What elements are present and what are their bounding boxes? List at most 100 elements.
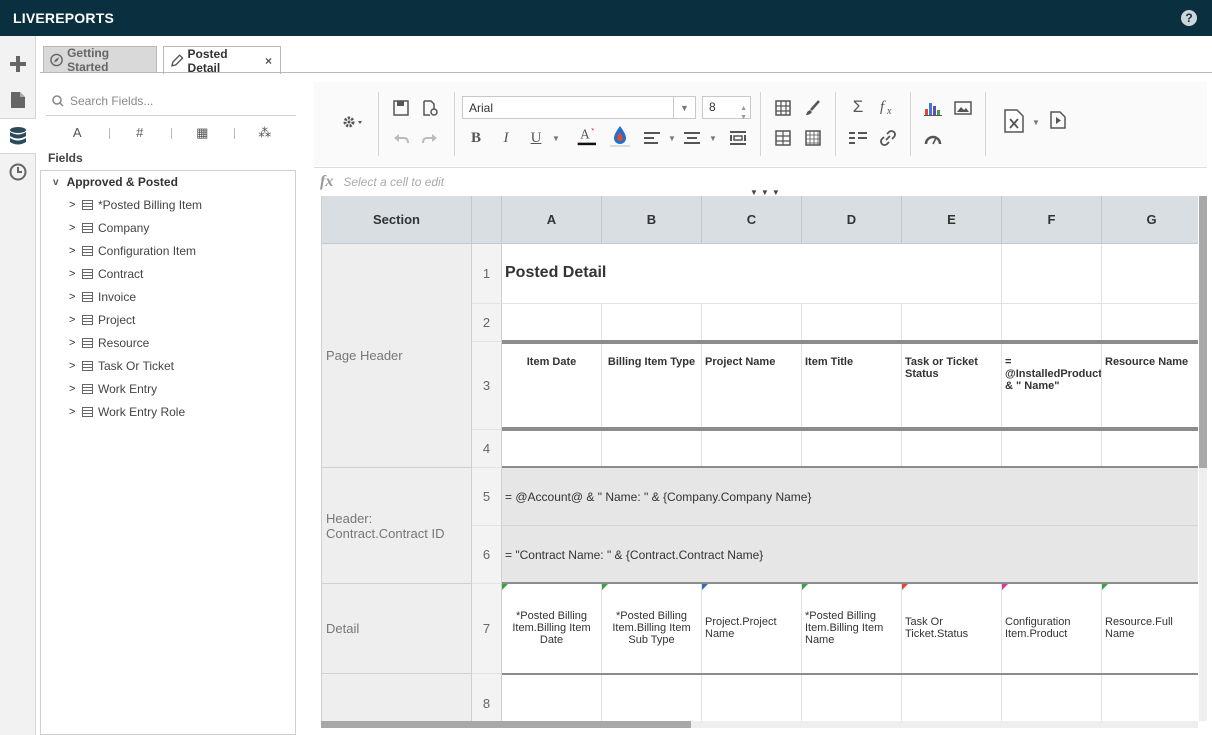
save-icon[interactable] xyxy=(391,98,411,118)
redo-icon[interactable] xyxy=(420,129,440,149)
detail-cell[interactable]: Configuration Item.Product xyxy=(1002,584,1102,674)
report-title-cell[interactable]: Posted Detail xyxy=(502,244,1002,304)
insert-row-icon[interactable] xyxy=(773,128,793,148)
fill-color-icon[interactable] xyxy=(610,126,630,147)
tree-item[interactable]: > Work Entry Role xyxy=(69,405,185,419)
horizontal-scrollbar-thumb[interactable] xyxy=(321,721,691,728)
table-icon[interactable] xyxy=(773,98,793,118)
row-number[interactable]: 8 xyxy=(472,674,502,721)
italic-button[interactable]: I xyxy=(496,128,516,148)
chevron-right-icon[interactable]: > xyxy=(69,245,79,257)
tab-getting-started[interactable]: Getting Started xyxy=(43,46,157,74)
detail-cell[interactable]: Task Or Ticket.Status xyxy=(902,584,1002,674)
database-icon[interactable] xyxy=(0,118,36,154)
chevron-right-icon[interactable]: > xyxy=(69,314,79,326)
grid-cell[interactable] xyxy=(1002,304,1102,342)
grid-cell[interactable] xyxy=(502,430,602,468)
column-label-cell[interactable]: = @InstalledProduct@ & " Name" xyxy=(1002,342,1102,430)
clock-icon[interactable] xyxy=(0,154,36,190)
chevron-right-icon[interactable]: > xyxy=(69,360,79,372)
section-footer[interactable] xyxy=(322,674,472,721)
add-icon[interactable] xyxy=(0,46,36,82)
column-label-cell[interactable]: Project Name xyxy=(702,342,802,430)
grid-cell[interactable] xyxy=(602,304,702,342)
chevron-right-icon[interactable]: > xyxy=(69,383,79,395)
column-header[interactable]: F xyxy=(1002,196,1102,244)
undo-icon[interactable] xyxy=(391,129,411,149)
chevron-right-icon[interactable]: > xyxy=(69,268,79,280)
align-left-icon[interactable] xyxy=(642,128,662,148)
preview-icon[interactable] xyxy=(1048,110,1068,130)
column-header[interactable]: C xyxy=(702,196,802,244)
chevron-right-icon[interactable]: > xyxy=(69,222,79,234)
tree-root[interactable]: v Approved & Posted xyxy=(53,175,178,189)
column-label-cell[interactable]: Item Date xyxy=(502,342,602,430)
grid-cell[interactable] xyxy=(702,430,802,468)
table-filter-icon[interactable]: ▦ xyxy=(171,122,234,144)
grid-cell[interactable] xyxy=(1102,430,1198,468)
underline-button[interactable]: U xyxy=(526,128,546,148)
tree-item[interactable]: > Company xyxy=(69,221,149,235)
chevron-right-icon[interactable]: > xyxy=(69,199,79,211)
tree-item[interactable]: > Task Or Ticket xyxy=(69,359,174,373)
column-label-cell[interactable]: Billing Item Type xyxy=(602,342,702,430)
group-header-cell[interactable]: = "Contract Name: " & {Contract.Contract… xyxy=(502,526,1198,584)
section-detail[interactable]: Detail xyxy=(322,584,472,674)
group-filter-icon[interactable]: ⁂ xyxy=(233,122,297,144)
section-page-header[interactable]: Page Header xyxy=(322,244,472,468)
chevron-down-icon[interactable]: ▼ xyxy=(546,128,566,148)
gauge-icon[interactable] xyxy=(923,129,943,149)
tab-posted-detail[interactable]: Posted Detail × xyxy=(163,46,281,75)
chevron-down-icon[interactable]: ▼ xyxy=(662,128,682,148)
grid-cell[interactable] xyxy=(602,675,702,721)
grid-cell[interactable] xyxy=(702,304,802,342)
tree-item[interactable]: > Configuration Item xyxy=(69,244,196,258)
document-icon[interactable] xyxy=(0,82,36,118)
tree-item[interactable]: > Work Entry xyxy=(69,382,157,396)
section-group-header[interactable]: Header: Contract.Contract ID xyxy=(322,468,472,584)
function-icon[interactable]: fx xyxy=(878,97,898,117)
grid-cell[interactable] xyxy=(1102,675,1198,721)
save-as-icon[interactable] xyxy=(420,98,440,118)
chevron-right-icon[interactable]: > xyxy=(69,337,79,349)
detail-cell[interactable]: Project.Project Name xyxy=(702,584,802,674)
column-header[interactable]: D xyxy=(802,196,902,244)
grid-cell[interactable] xyxy=(502,304,602,342)
formula-input[interactable]: Select a cell to edit xyxy=(343,175,444,189)
valign-icon[interactable] xyxy=(682,128,702,148)
help-icon[interactable]: ? xyxy=(1181,10,1197,26)
tree-item[interactable]: > Contract xyxy=(69,267,143,281)
column-label-cell[interactable]: Resource Name xyxy=(1102,342,1198,430)
grid-cell[interactable] xyxy=(902,675,1002,721)
row-number[interactable]: 5 xyxy=(472,468,502,526)
chevron-down-icon[interactable]: ▼ xyxy=(703,128,723,148)
decrease-icon[interactable]: ▼ xyxy=(740,107,747,128)
vertical-scrollbar-thumb[interactable] xyxy=(1199,196,1207,468)
column-header[interactable]: A xyxy=(502,196,602,244)
row-number[interactable]: 4 xyxy=(472,430,502,468)
tree-item[interactable]: > Invoice xyxy=(69,290,136,304)
tree-item[interactable]: > Project xyxy=(69,313,135,327)
row-number[interactable]: 1 xyxy=(472,244,502,304)
detail-cell[interactable]: *Posted Billing Item.Billing Item Date xyxy=(502,584,602,674)
format-painter-icon[interactable] xyxy=(803,98,823,118)
grid-cell[interactable] xyxy=(1102,244,1198,304)
grid-icon[interactable] xyxy=(803,128,823,148)
grid-cell[interactable] xyxy=(1002,675,1102,721)
tree-item[interactable]: > *Posted Billing Item xyxy=(69,198,202,212)
image-icon[interactable] xyxy=(953,98,973,118)
wrap-text-icon[interactable] xyxy=(728,128,748,148)
excel-export-icon[interactable] xyxy=(1002,109,1026,133)
sum-icon[interactable]: Σ xyxy=(848,97,868,117)
number-filter-icon[interactable]: # xyxy=(108,122,172,144)
grid-cell[interactable] xyxy=(602,430,702,468)
bar-chart-icon[interactable] xyxy=(923,98,943,118)
search-input[interactable] xyxy=(70,93,290,108)
bold-button[interactable]: B xyxy=(466,128,486,148)
chevron-down-icon[interactable]: v xyxy=(53,177,59,188)
font-family-select[interactable]: Arial ▼ xyxy=(462,96,696,119)
detail-cell[interactable]: *Posted Billing Item.Billing Item Sub Ty… xyxy=(602,584,702,674)
grid-cell[interactable] xyxy=(902,430,1002,468)
row-number[interactable]: 6 xyxy=(472,526,502,584)
grid-cell[interactable] xyxy=(902,304,1002,342)
